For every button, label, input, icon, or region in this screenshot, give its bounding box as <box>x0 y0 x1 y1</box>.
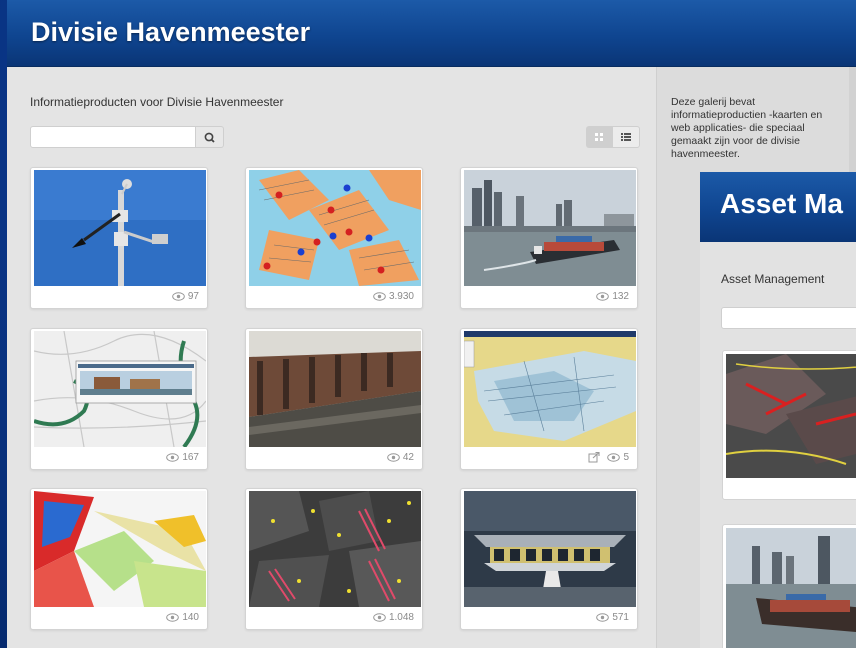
card-thumbnail <box>249 170 421 286</box>
view-count-value: 140 <box>182 612 199 623</box>
grid-view-button[interactable] <box>586 126 612 148</box>
card-thumbnail <box>34 491 206 607</box>
view-count-value: 1.048 <box>388 612 414 623</box>
eye-icon <box>172 292 185 301</box>
gallery-card[interactable]: 3.930 <box>245 167 423 309</box>
overlay-header: Asset Ma <box>700 172 856 242</box>
view-count: 3.930 <box>373 291 414 302</box>
gallery-card[interactable]: 140 <box>30 488 208 630</box>
view-count-value: 132 <box>612 291 629 302</box>
overlay-card-thumbnail <box>726 354 856 478</box>
view-count-value: 5 <box>623 452 629 463</box>
card-thumbnail <box>249 491 421 607</box>
search-input[interactable] <box>30 126 196 148</box>
search-button[interactable] <box>196 126 224 148</box>
card-thumbnail <box>464 491 636 607</box>
grid-view-icon <box>595 133 603 141</box>
gallery-card[interactable]: 167 <box>30 328 208 470</box>
gallery-card[interactable]: 5 <box>460 328 638 470</box>
view-count: 42 <box>387 452 414 463</box>
list-view-icon <box>621 133 631 141</box>
search-icon <box>204 132 215 143</box>
view-count-value: 571 <box>612 612 629 623</box>
overlay-card-thumbnail <box>726 528 856 648</box>
view-count: 5 <box>588 452 629 463</box>
view-count-value: 3.930 <box>388 291 414 302</box>
external-link-icon[interactable] <box>588 452 600 463</box>
view-count: 1.048 <box>373 612 414 623</box>
overlay-search-input[interactable] <box>721 307 856 329</box>
card-thumbnail <box>249 331 421 447</box>
view-count: 167 <box>166 452 199 463</box>
card-thumbnail <box>34 331 206 447</box>
asset-management-window[interactable]: Asset Ma Asset Management <box>700 172 856 648</box>
eye-icon <box>166 613 180 622</box>
view-count: 571 <box>596 612 629 623</box>
card-thumbnail <box>464 331 636 447</box>
gallery-subtitle: Informatieproducten voor Divisie Havenme… <box>30 95 284 109</box>
sidebar-description: Deze galerij bevat informatieproductien … <box>671 96 823 160</box>
eye-icon <box>387 453 400 462</box>
gallery-card[interactable]: 1.048 <box>245 488 423 630</box>
card-thumbnail <box>34 170 206 286</box>
gallery-card[interactable]: 42 <box>245 328 423 470</box>
eye-icon <box>166 453 180 462</box>
gallery-card[interactable]: 571 <box>460 488 638 630</box>
overlay-title: Asset Ma <box>720 188 843 219</box>
eye-icon <box>596 292 610 301</box>
eye-icon <box>373 613 386 622</box>
card-thumbnail <box>464 170 636 286</box>
eye-icon <box>607 453 621 462</box>
eye-icon <box>373 292 386 301</box>
overlay-card[interactable] <box>722 524 856 648</box>
overlay-card[interactable] <box>722 350 856 500</box>
view-count: 132 <box>596 291 629 302</box>
view-count-value: 97 <box>187 291 199 302</box>
view-count: 140 <box>166 612 199 623</box>
list-view-button[interactable] <box>612 126 640 148</box>
eye-icon <box>596 613 610 622</box>
view-count-value: 167 <box>182 452 199 463</box>
page-title: Divisie Havenmeester <box>31 17 311 47</box>
page-header: Divisie Havenmeester <box>7 0 856 67</box>
view-count-value: 42 <box>402 452 414 463</box>
gallery-card[interactable]: 97 <box>30 167 208 309</box>
view-count: 97 <box>172 291 199 302</box>
overlay-subtitle: Asset Management <box>721 272 825 286</box>
gallery-card[interactable]: 132 <box>460 167 638 309</box>
